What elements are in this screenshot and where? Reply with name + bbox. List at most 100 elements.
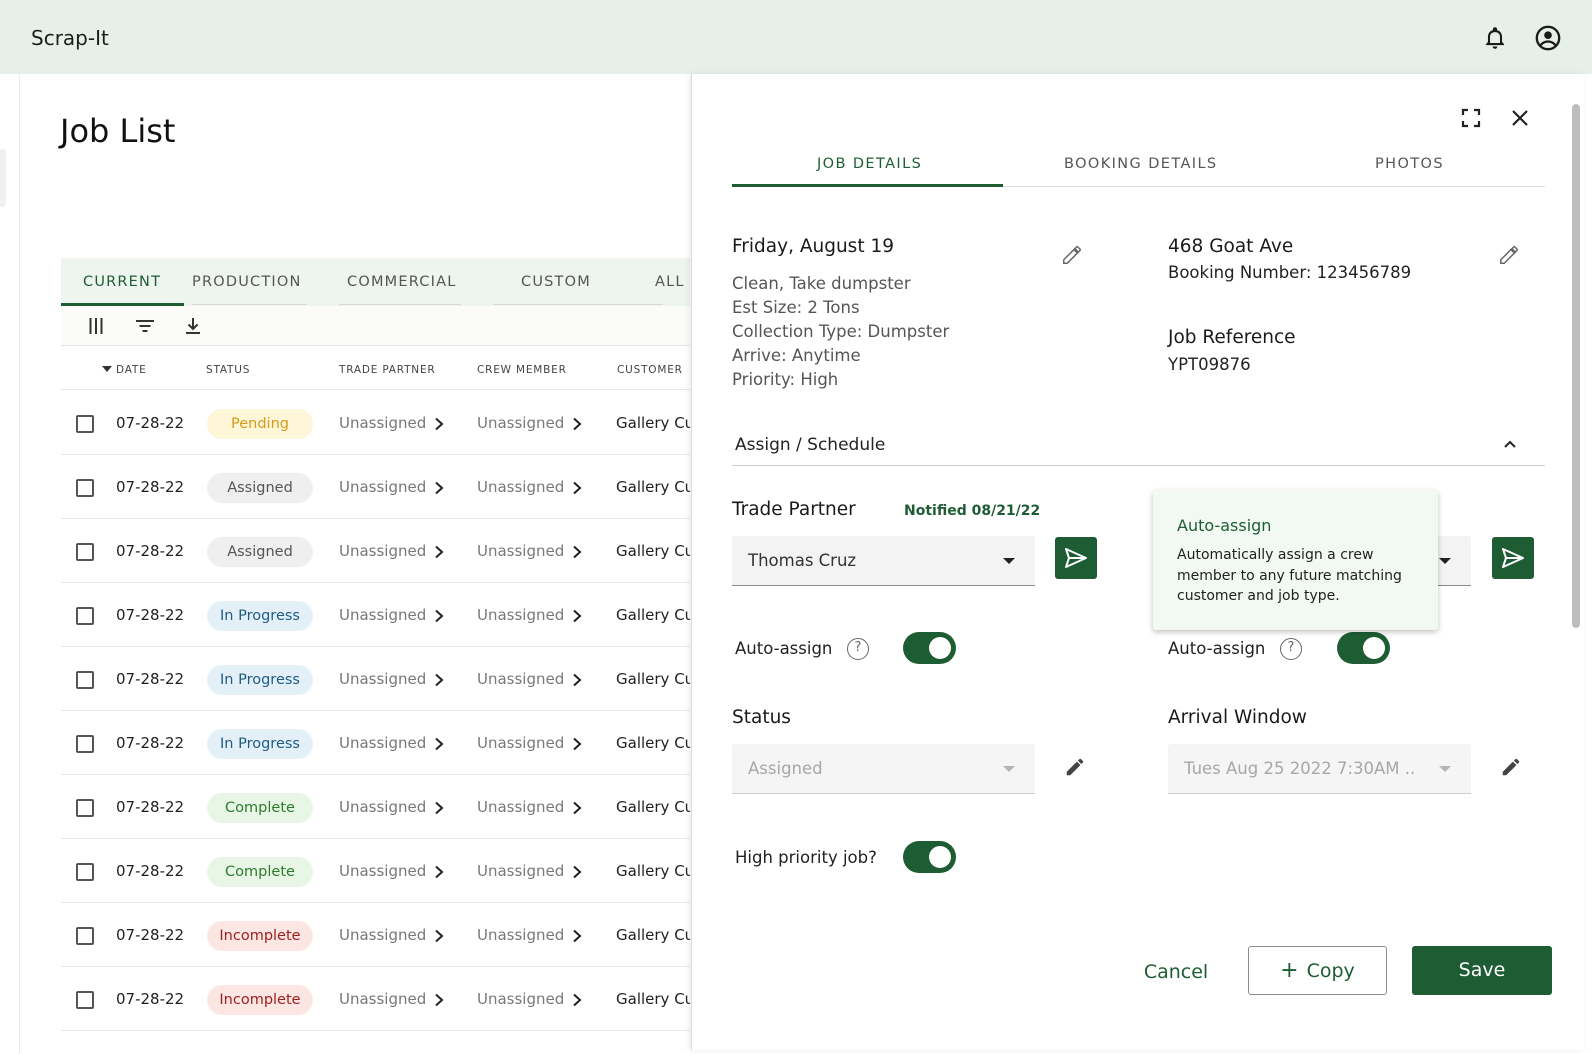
chevron-right-icon[interactable]	[433, 800, 445, 815]
column-header-crew-member[interactable]: CREW MEMBER	[477, 364, 567, 376]
edit-address-pencil-icon[interactable]	[1498, 244, 1520, 266]
row-crew-member[interactable]: Unassigned	[477, 478, 564, 496]
row-checkbox[interactable]	[76, 799, 94, 817]
tab-custom[interactable]: CUSTOM	[521, 274, 591, 290]
trade-partner-select[interactable]: Thomas Cruz	[732, 536, 1035, 586]
chevron-right-icon[interactable]	[433, 864, 445, 879]
notify-crew-member-button[interactable]	[1492, 537, 1534, 579]
tab-current[interactable]: CURRENT	[83, 274, 161, 290]
row-crew-member[interactable]: Unassigned	[477, 926, 564, 944]
row-crew-member[interactable]: Unassigned	[477, 606, 564, 624]
chevron-right-icon[interactable]	[571, 928, 583, 943]
chevron-right-icon[interactable]	[571, 992, 583, 1007]
account-circle-icon[interactable]	[1534, 24, 1562, 52]
bell-icon[interactable]	[1482, 25, 1508, 51]
column-header-status[interactable]: STATUS	[206, 364, 250, 376]
table-row[interactable]: 07-28-22 Incomplete Unassigned Unassigned Ga…	[61, 967, 690, 1031]
row-trade-partner[interactable]: Unassigned	[339, 606, 426, 624]
edit-job-pencil-icon[interactable]	[1061, 244, 1083, 266]
help-icon[interactable]: ?	[847, 638, 869, 660]
table-row[interactable]: 07-28-22 Complete Unassigned Unassigned Gall…	[61, 775, 690, 839]
chevron-right-icon[interactable]	[433, 544, 445, 559]
chevron-right-icon[interactable]	[433, 736, 445, 751]
table-row[interactable]: 07-28-22 Incomplete Unassigned Unassigned Ga…	[61, 903, 690, 967]
row-checkbox[interactable]	[76, 991, 94, 1009]
auto-assign-trade-toggle[interactable]	[903, 632, 956, 664]
table-row[interactable]: 07-28-22 Assigned Unassigned Unassigned Gall…	[61, 519, 690, 583]
column-header-trade-partner[interactable]: TRADE PARTNER	[339, 364, 436, 376]
chevron-right-icon[interactable]	[433, 608, 445, 623]
auto-assign-crew-toggle[interactable]	[1337, 632, 1390, 664]
assign-schedule-header[interactable]: Assign / Schedule	[735, 435, 885, 455]
table-row[interactable]: 07-28-22 Assigned Unassigned Unassigned Gall…	[61, 455, 690, 519]
filter-icon[interactable]	[135, 316, 155, 336]
table-row[interactable]: 07-28-22 Complete Unassigned Unassigned Gall…	[61, 839, 690, 903]
row-trade-partner[interactable]: Unassigned	[339, 414, 426, 432]
edit-arrival-pencil-icon[interactable]	[1500, 756, 1522, 778]
cancel-button[interactable]: Cancel	[1126, 954, 1226, 990]
chevron-right-icon[interactable]	[571, 800, 583, 815]
sort-desc-icon[interactable]	[102, 365, 112, 373]
tab-booking-details[interactable]: BOOKING DETAILS	[1064, 156, 1218, 172]
chevron-right-icon[interactable]	[571, 544, 583, 559]
row-checkbox[interactable]	[76, 415, 94, 433]
tab-job-details[interactable]: JOB DETAILS	[817, 156, 922, 172]
row-crew-member[interactable]: Unassigned	[477, 542, 564, 560]
chevron-right-icon[interactable]	[571, 608, 583, 623]
chevron-up-icon[interactable]	[1502, 438, 1518, 450]
table-row[interactable]: 07-28-22 In Progress Unassigned Unassigned G…	[61, 647, 690, 711]
row-checkbox[interactable]	[76, 863, 94, 881]
drawer-scrollbar[interactable]	[1572, 104, 1580, 628]
row-checkbox[interactable]	[76, 927, 94, 945]
chevron-right-icon[interactable]	[433, 992, 445, 1007]
chevron-right-icon[interactable]	[571, 480, 583, 495]
row-checkbox[interactable]	[76, 671, 94, 689]
row-trade-partner[interactable]: Unassigned	[339, 990, 426, 1008]
download-icon[interactable]	[183, 316, 203, 336]
row-crew-member[interactable]: Unassigned	[477, 798, 564, 816]
row-trade-partner[interactable]: Unassigned	[339, 926, 426, 944]
column-header-date[interactable]: DATE	[116, 364, 147, 376]
tab-all[interactable]: ALL	[655, 274, 685, 290]
fullscreen-icon[interactable]	[1460, 107, 1482, 129]
save-button[interactable]: Save	[1412, 946, 1552, 995]
chevron-right-icon[interactable]	[571, 416, 583, 431]
columns-icon[interactable]	[86, 316, 106, 336]
chevron-right-icon[interactable]	[433, 480, 445, 495]
row-trade-partner[interactable]: Unassigned	[339, 478, 426, 496]
notify-trade-partner-button[interactable]	[1055, 537, 1097, 579]
row-checkbox[interactable]	[76, 735, 94, 753]
chevron-right-icon[interactable]	[571, 672, 583, 687]
row-checkbox[interactable]	[76, 543, 94, 561]
table-row[interactable]: 07-28-22 In Progress Unassigned Unassigned G…	[61, 583, 690, 647]
close-icon[interactable]	[1509, 107, 1531, 129]
row-crew-member[interactable]: Unassigned	[477, 734, 564, 752]
chevron-right-icon[interactable]	[433, 928, 445, 943]
chevron-right-icon[interactable]	[571, 864, 583, 879]
chevron-right-icon[interactable]	[571, 736, 583, 751]
row-crew-member[interactable]: Unassigned	[477, 862, 564, 880]
tab-photos[interactable]: PHOTOS	[1375, 156, 1444, 172]
row-checkbox[interactable]	[76, 479, 94, 497]
help-icon[interactable]: ?	[1280, 638, 1302, 660]
column-header-customer[interactable]: CUSTOMER	[617, 364, 683, 376]
table-row[interactable]: 07-28-22 Pending Unassigned Unassigned Galle…	[61, 391, 690, 455]
row-checkbox[interactable]	[76, 607, 94, 625]
row-trade-partner[interactable]: Unassigned	[339, 798, 426, 816]
table-row[interactable]: 07-28-22 In Progress Unassigned Unassigned G…	[61, 711, 690, 775]
row-crew-member[interactable]: Unassigned	[477, 670, 564, 688]
tab-commercial[interactable]: COMMERCIAL	[347, 274, 456, 290]
chevron-right-icon[interactable]	[433, 672, 445, 687]
chevron-right-icon[interactable]	[433, 416, 445, 431]
row-trade-partner[interactable]: Unassigned	[339, 542, 426, 560]
high-priority-toggle[interactable]	[903, 841, 956, 873]
tab-production[interactable]: PRODUCTION	[192, 274, 302, 290]
collapsed-sidebar-handle[interactable]	[0, 149, 6, 207]
edit-status-pencil-icon[interactable]	[1064, 756, 1086, 778]
copy-button[interactable]: + Copy	[1248, 946, 1387, 995]
row-trade-partner[interactable]: Unassigned	[339, 670, 426, 688]
row-trade-partner[interactable]: Unassigned	[339, 862, 426, 880]
row-crew-member[interactable]: Unassigned	[477, 414, 564, 432]
row-crew-member[interactable]: Unassigned	[477, 990, 564, 1008]
row-trade-partner[interactable]: Unassigned	[339, 734, 426, 752]
